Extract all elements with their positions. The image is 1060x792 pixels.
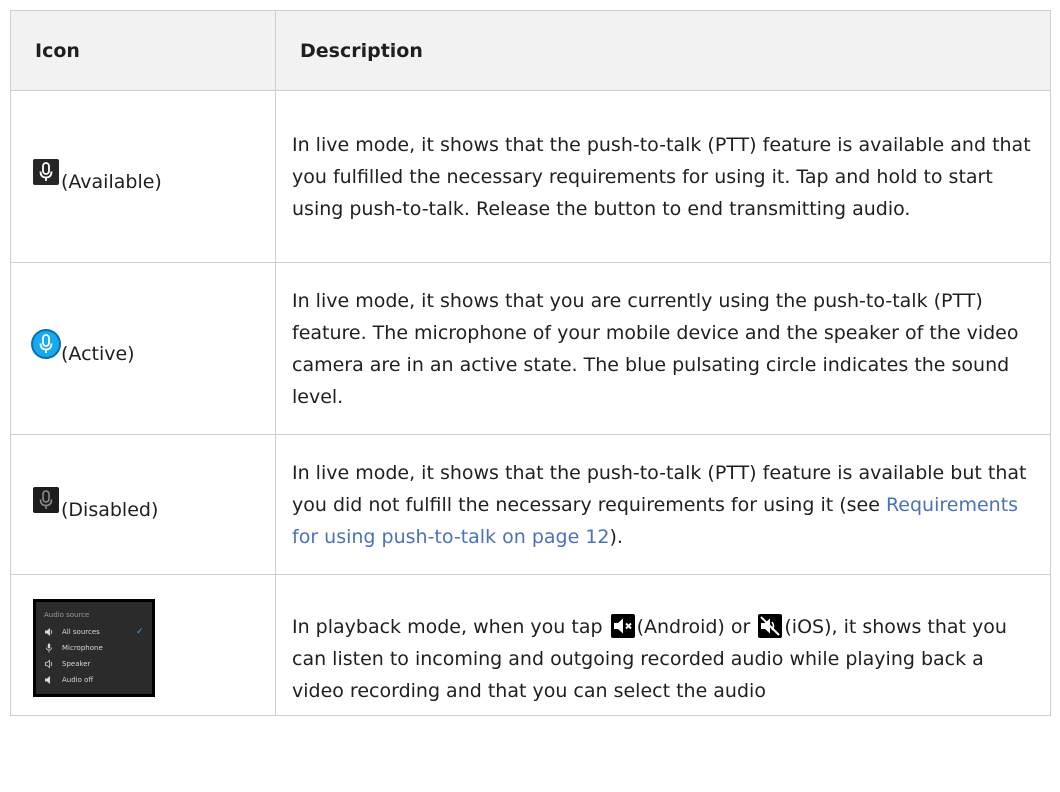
- icon-description-table: Icon Description (Available) In live mod…: [10, 10, 1051, 716]
- description-text: In playback mode, when you tap: [292, 616, 609, 638]
- android-label: (Android) or: [636, 616, 757, 638]
- description-cell: In live mode, it shows that the push-to-…: [275, 434, 1051, 575]
- table-row: (Active) In live mode, it shows that you…: [10, 262, 1051, 435]
- description-cell: In live mode, it shows that you are curr…: [275, 262, 1051, 435]
- icon-cell: (Active): [10, 262, 276, 435]
- table-row: Audio source All sources ✓ Microphone Sp…: [10, 574, 1051, 716]
- speaker-muted-android-icon: [610, 614, 635, 638]
- state-label-available: (Available): [61, 170, 162, 193]
- audio-option-microphone: Microphone: [44, 640, 146, 656]
- microphone-available-icon: [33, 158, 59, 185]
- audio-option-label: Audio off: [62, 675, 94, 684]
- audio-option-label: All sources: [62, 627, 100, 636]
- speaker-muted-ios-icon: [758, 614, 783, 638]
- audio-panel-title: Audio source: [44, 611, 90, 619]
- state-label-active: (Active): [61, 342, 135, 365]
- audio-option-label: Microphone: [62, 643, 103, 652]
- description-text-end: ).: [609, 525, 623, 548]
- microphone-icon: [44, 643, 54, 653]
- icon-cell: (Available): [10, 90, 276, 263]
- icon-column-header: Icon: [10, 10, 276, 91]
- speaker-outline-icon: [44, 659, 54, 669]
- table-header-row: Icon Description: [10, 10, 1051, 91]
- table-row: (Disabled) In live mode, it shows that t…: [10, 434, 1051, 575]
- state-label-disabled: (Disabled): [61, 498, 159, 521]
- table-row: (Available) In live mode, it shows that …: [10, 90, 1051, 263]
- audio-option-all-sources: All sources ✓: [44, 624, 146, 640]
- speaker-icon: [44, 627, 54, 637]
- icon-cell: (Disabled): [10, 434, 276, 575]
- speaker-off-icon: [44, 675, 54, 685]
- description-column-header: Description: [275, 10, 1051, 91]
- description-cell: In live mode, it shows that the push-to-…: [275, 90, 1051, 263]
- audio-option-speaker: Speaker: [44, 656, 146, 672]
- check-icon: ✓: [136, 626, 144, 637]
- microphone-disabled-icon: [33, 486, 59, 513]
- audio-source-menu-icon: Audio source All sources ✓ Microphone Sp…: [33, 599, 155, 697]
- audio-option-audio-off: Audio off: [44, 672, 146, 688]
- microphone-active-icon: [33, 330, 59, 357]
- icon-cell: Audio source All sources ✓ Microphone Sp…: [10, 574, 276, 716]
- description-cell: In playback mode, when you tap (Android)…: [275, 574, 1051, 716]
- audio-option-label: Speaker: [62, 659, 91, 668]
